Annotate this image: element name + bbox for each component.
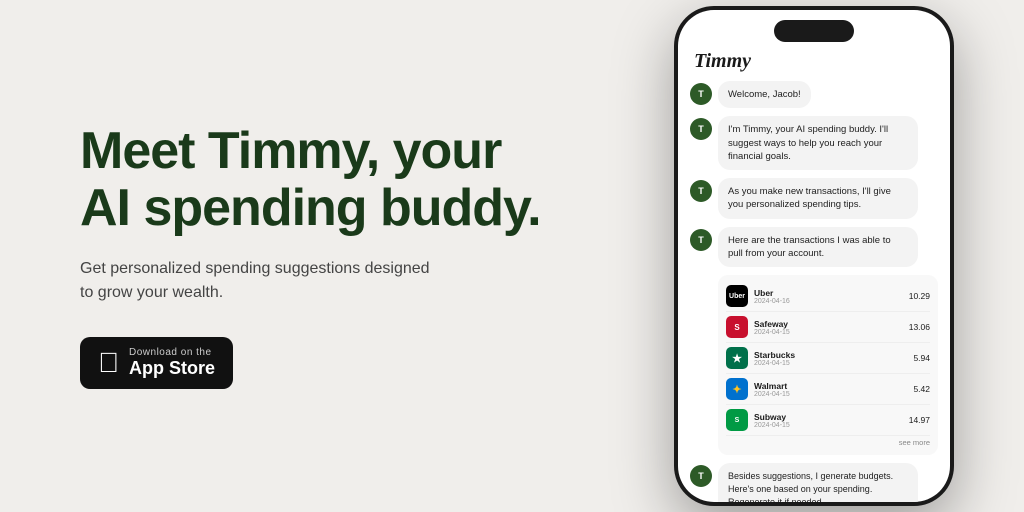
tx-name-uber: Uber — [754, 288, 903, 298]
tx-date-subway: 2024-04-15 — [754, 422, 903, 429]
tx-name-subway: Subway — [754, 412, 903, 422]
tx-date-starbucks: 2024-04-15 — [754, 360, 907, 367]
tx-info-starbucks: Starbucks 2024-04-15 — [754, 350, 907, 367]
see-more-link[interactable]: see more — [726, 436, 930, 449]
tx-amount-uber: 10.29 — [909, 291, 930, 301]
app-title: Timmy — [694, 50, 751, 72]
timmy-avatar-1: T — [690, 83, 712, 105]
chat-message-4: T Here are the transactions I was able t… — [690, 227, 938, 268]
tx-date-uber: 2024-04-16 — [754, 298, 903, 305]
tx-name-safeway: Safeway — [754, 319, 903, 329]
table-row: S Subway 2024-04-15 14.97 — [726, 405, 930, 436]
subheadline: Get personalized spending suggestions de… — [80, 257, 440, 305]
timmy-avatar-2: T — [690, 118, 712, 140]
left-section: Meet Timmy, your AI spending buddy. Get … — [0, 63, 604, 450]
tx-amount-subway: 14.97 — [909, 415, 930, 425]
bubble-4: Here are the transactions I was able to … — [718, 227, 918, 268]
app-store-text: Download on the App Store — [129, 347, 215, 380]
timmy-avatar-3: T — [690, 180, 712, 202]
last-bubble: Besides suggestions, I generate budgets.… — [718, 463, 918, 502]
right-section: Timmy T Welcome, Jacob! T I'm Timmy, you… — [604, 0, 1024, 512]
last-message: T Besides suggestions, I generate budget… — [690, 463, 938, 502]
phone-header: Timmy — [678, 42, 950, 77]
app-store-small-text: Download on the — [129, 347, 215, 358]
subway-logo: S — [726, 409, 748, 431]
table-row: ★ Starbucks 2024-04-15 5.94 — [726, 343, 930, 374]
bubble-1: Welcome, Jacob! — [718, 81, 811, 108]
chat-message-2: T I'm Timmy, your AI spending buddy. I'l… — [690, 116, 938, 170]
tx-name-walmart: Walmart — [754, 381, 907, 391]
uber-logo: Uber — [726, 285, 748, 307]
tx-info-walmart: Walmart 2024-04-15 — [754, 381, 907, 398]
timmy-avatar-5: T — [690, 465, 712, 487]
main-headline: Meet Timmy, your AI spending buddy. — [80, 123, 544, 237]
safeway-logo: S — [726, 316, 748, 338]
tx-amount-walmart: 5.42 — [913, 384, 930, 394]
bubble-2: I'm Timmy, your AI spending buddy. I'll … — [718, 116, 918, 170]
phone-mockup: Timmy T Welcome, Jacob! T I'm Timmy, you… — [674, 6, 954, 506]
chat-message-1: T Welcome, Jacob! — [690, 81, 938, 108]
dynamic-island — [774, 20, 854, 42]
table-row: Uber Uber 2024-04-16 10.29 — [726, 281, 930, 312]
bubble-3: As you make new transactions, I'll give … — [718, 178, 918, 219]
headline-line1: Meet Timmy, your — [80, 122, 501, 180]
table-row: ✦ Walmart 2024-04-15 5.42 — [726, 374, 930, 405]
tx-info-uber: Uber 2024-04-16 — [754, 288, 903, 305]
chat-message-3: T As you make new transactions, I'll giv… — [690, 178, 938, 219]
headline-line2: AI spending buddy. — [80, 179, 541, 237]
timmy-avatar-4: T — [690, 229, 712, 251]
chat-area: T Welcome, Jacob! T I'm Timmy, your AI s… — [678, 77, 950, 502]
walmart-logo: ✦ — [726, 378, 748, 400]
app-store-button[interactable]:  Download on the App Store — [80, 337, 233, 390]
app-store-big-text: App Store — [129, 358, 215, 380]
phone-screen: Timmy T Welcome, Jacob! T I'm Timmy, you… — [678, 10, 950, 502]
tx-amount-safeway: 13.06 — [909, 322, 930, 332]
table-row: S Safeway 2024-04-15 13.06 — [726, 312, 930, 343]
tx-name-starbucks: Starbucks — [754, 350, 907, 360]
starbucks-logo: ★ — [726, 347, 748, 369]
tx-info-safeway: Safeway 2024-04-15 — [754, 319, 903, 336]
tx-info-subway: Subway 2024-04-15 — [754, 412, 903, 429]
tx-date-safeway: 2024-04-15 — [754, 329, 903, 336]
tx-date-walmart: 2024-04-15 — [754, 391, 907, 398]
tx-amount-starbucks: 5.94 — [913, 353, 930, 363]
transactions-card: Uber Uber 2024-04-16 10.29 S Safeway 202… — [718, 275, 938, 455]
apple-icon:  — [98, 349, 119, 377]
